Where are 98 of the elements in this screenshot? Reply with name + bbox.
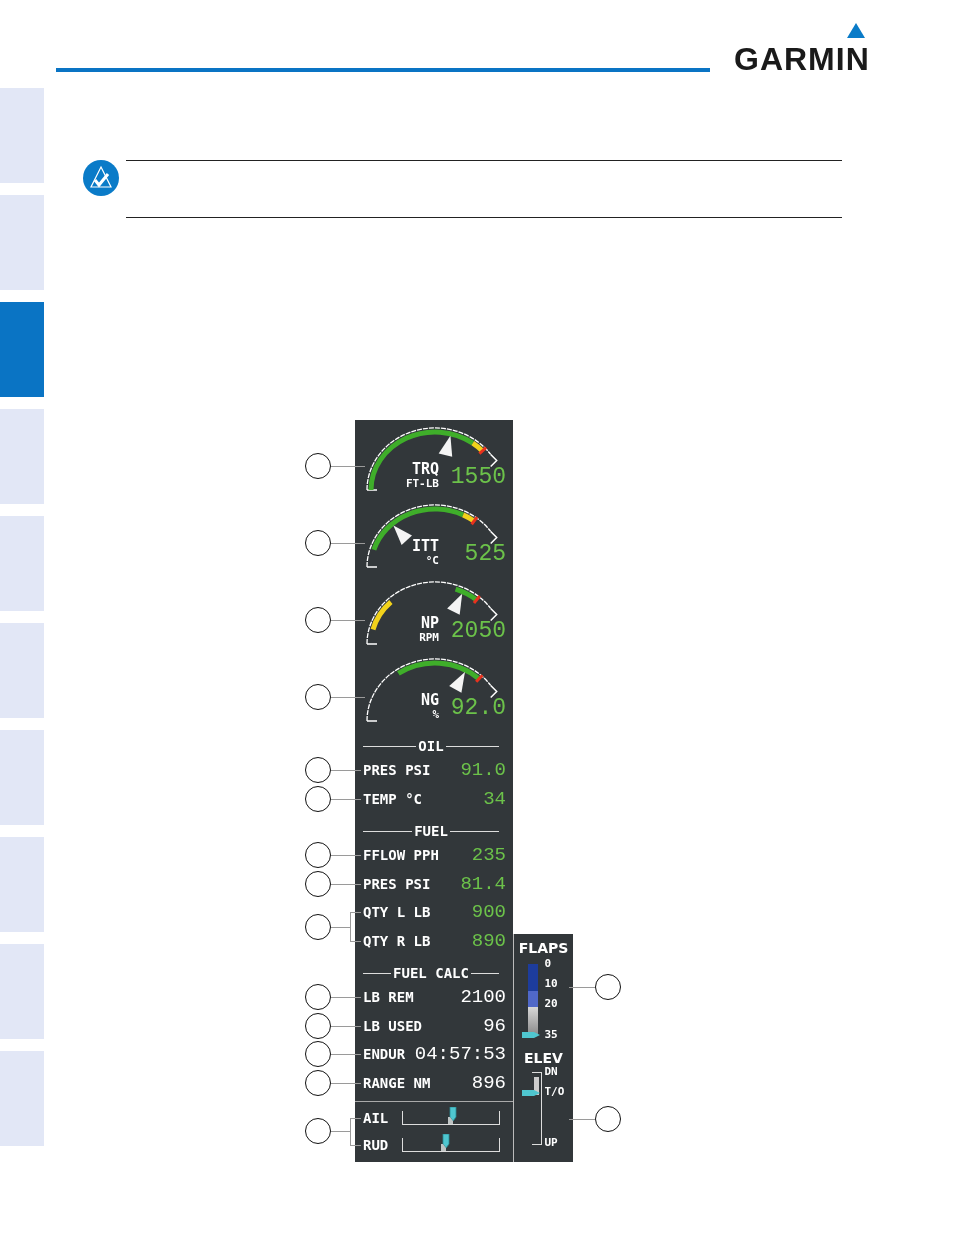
section-heading: OIL — [418, 738, 444, 754]
leader-line — [331, 855, 361, 857]
callout-circle — [305, 842, 331, 869]
readout-value: 900 — [471, 901, 506, 924]
readout-label: PRES PSI — [363, 762, 431, 779]
gauge-label: NG — [420, 693, 439, 709]
side-tab[interactable] — [0, 516, 44, 611]
gauge-unit: RPM — [419, 631, 439, 644]
section-heading: FUEL CALC — [393, 965, 469, 981]
readout-label: LB REM — [363, 989, 414, 1006]
gauge-pointer-icon — [438, 435, 453, 457]
leader-line — [331, 543, 365, 544]
side-tab[interactable] — [0, 837, 44, 932]
leader-line — [331, 697, 365, 698]
gauge-pointer-icon — [449, 671, 465, 693]
gauge-readout: 2050 — [449, 620, 507, 644]
gauge-pointer-icon — [393, 525, 412, 545]
readout-label: QTY R LB — [363, 932, 431, 949]
callout-circle — [305, 757, 331, 784]
callout-circle — [305, 1069, 331, 1096]
elevator-pointer-icon — [521, 1088, 540, 1098]
callout-circle — [305, 684, 331, 710]
leader-line — [569, 1119, 595, 1120]
readout-label: RANGE NM — [363, 1074, 431, 1091]
readout-value: 04:57:53 — [414, 1043, 506, 1066]
side-tab[interactable] — [0, 409, 44, 504]
garmin-logo: GARMIN — [734, 41, 870, 77]
leader-line — [331, 997, 361, 999]
flaps-mark: 10 — [544, 977, 558, 991]
readout-value: 96 — [483, 1014, 506, 1037]
readout-label: ENDUR — [363, 1046, 406, 1063]
elevator-mark: DN — [544, 1065, 558, 1079]
gauge-readout: 92.0 — [449, 697, 507, 721]
gauge-label: NP — [420, 616, 439, 632]
gauge-unit: °C — [425, 554, 439, 567]
side-tab[interactable] — [0, 730, 44, 825]
callout-circle — [305, 1041, 331, 1068]
side-tab[interactable] — [0, 195, 44, 290]
readout-value: 81.4 — [460, 872, 506, 895]
readout-label: TEMP °C — [363, 790, 422, 807]
trim-pointer-icon — [448, 1106, 459, 1124]
flaps-bar — [527, 964, 538, 1035]
leader-line — [569, 987, 595, 988]
leader-line — [331, 770, 361, 772]
gauge-pointer-icon — [447, 593, 463, 615]
leader-line — [331, 1054, 361, 1056]
callout-circle — [305, 870, 331, 897]
readout-value: 890 — [471, 929, 506, 952]
readout-value: 896 — [471, 1071, 506, 1094]
gauge-readout: 1550 — [449, 466, 507, 490]
readout-label: FFLOW PPH — [363, 847, 439, 864]
side-tab[interactable] — [0, 944, 44, 1039]
callout-circle — [595, 1106, 621, 1132]
readout-value: 91.0 — [460, 759, 506, 782]
gauge-readout: 525 — [463, 543, 507, 567]
side-tab[interactable] — [0, 302, 44, 397]
callout-circle — [305, 984, 331, 1011]
callout-circle — [305, 1012, 331, 1039]
section-heading: FUEL — [414, 823, 448, 839]
callout-circle — [305, 785, 331, 812]
trim-label: AIL — [363, 1109, 389, 1126]
flaps-mark: 0 — [544, 957, 552, 971]
side-tab[interactable] — [0, 623, 44, 718]
gauge-label: TRQ — [411, 462, 439, 478]
callout-circle — [305, 453, 331, 479]
callout-circle — [595, 974, 621, 1000]
callout-circle — [305, 913, 331, 940]
leader-line — [331, 1025, 361, 1027]
callout-circle — [305, 1118, 331, 1144]
leader-line — [331, 798, 361, 800]
elevator-mark: T/O — [544, 1085, 565, 1099]
readout-value: 235 — [471, 844, 506, 867]
leader-line — [331, 466, 365, 467]
readout-value: 2100 — [460, 986, 506, 1009]
flaps-title: FLAPS — [518, 940, 569, 956]
readout-value: 34 — [483, 787, 506, 810]
leader-line — [331, 883, 361, 885]
gauge-unit: % — [432, 708, 439, 721]
callout-circle — [305, 530, 331, 556]
flaps-mark: 35 — [544, 1028, 558, 1042]
gauge-label: ITT — [411, 539, 439, 555]
callout-circle — [305, 607, 331, 633]
elevator-title: ELEV — [524, 1050, 563, 1066]
elevator-mark: UP — [544, 1136, 558, 1150]
triangle-icon — [846, 23, 865, 38]
readout-label: QTY L LB — [363, 904, 431, 921]
readout-label: LB USED — [363, 1017, 422, 1034]
flaps-pointer-icon — [521, 1030, 540, 1040]
side-tab[interactable] — [0, 88, 44, 183]
trim-label: RUD — [363, 1136, 389, 1153]
leader-line — [331, 620, 365, 621]
side-tab[interactable] — [0, 1051, 44, 1146]
trim-pointer-icon — [441, 1133, 452, 1151]
gauge-unit: FT-LB — [405, 477, 439, 490]
readout-label: PRES PSI — [363, 875, 431, 892]
leader-line — [331, 1082, 361, 1084]
flaps-mark: 20 — [544, 997, 558, 1011]
note-icon — [83, 160, 119, 196]
